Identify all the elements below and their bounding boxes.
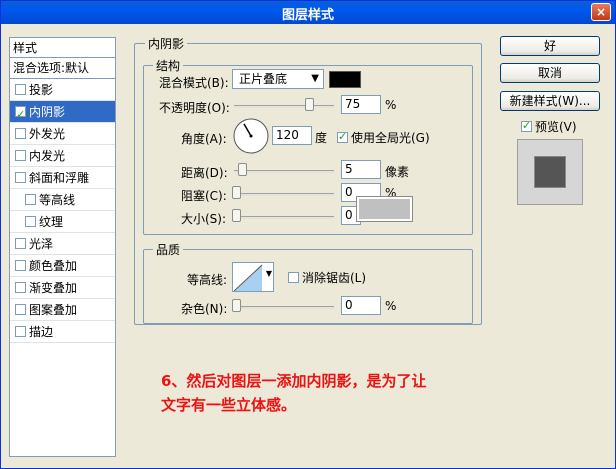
style-item[interactable]: 斜面和浮雕 (10, 167, 115, 189)
style-item-label: 光泽 (29, 236, 54, 251)
blend-mode-label: 混合模式(B): (159, 76, 229, 90)
preview-label: 预览(V) (535, 120, 577, 134)
checkbox-icon[interactable] (15, 304, 26, 315)
angle-label: 角度(A): (181, 132, 227, 146)
style-item[interactable]: 渐变叠加 (10, 277, 115, 299)
style-item[interactable]: 等高线 (10, 189, 115, 211)
style-item[interactable]: 内阴影 (10, 101, 115, 126)
style-item-label: 图案叠加 (29, 302, 78, 317)
checkbox-icon[interactable] (15, 172, 26, 183)
size-slider-thumb[interactable] (232, 209, 241, 222)
checkbox-icon (288, 272, 299, 283)
style-item-label: 描边 (29, 324, 54, 339)
annotation-line-1: 6、然后对图层一添加内阴影，是为了让 (161, 372, 427, 390)
checkbox-icon[interactable] (25, 194, 36, 205)
contour-curve-icon (234, 264, 263, 291)
noise-slider[interactable] (234, 306, 334, 309)
opacity-input[interactable]: 75 (341, 95, 381, 114)
shadow-color-swatch[interactable] (329, 71, 361, 88)
style-preview-swatch (534, 156, 566, 188)
noise-input[interactable]: 0 (341, 296, 381, 315)
style-preview-thumbnail (517, 139, 583, 205)
angle-input[interactable]: 120 (272, 126, 312, 145)
opacity-unit: % (385, 98, 397, 112)
contour-label: 等高线: (187, 273, 228, 287)
angle-dial[interactable] (232, 117, 270, 155)
style-item-label: 渐变叠加 (29, 280, 78, 295)
style-item[interactable]: 投影 (10, 79, 115, 101)
distance-input[interactable]: 5 (341, 160, 381, 179)
checkbox-icon[interactable] (15, 282, 26, 293)
style-item[interactable]: 纹理 (10, 211, 115, 233)
inner-shadow-title: 内阴影 (145, 35, 188, 52)
style-item[interactable]: 内发光 (10, 145, 115, 167)
style-item-label: 内阴影 (29, 104, 66, 119)
distance-slider-thumb[interactable] (238, 163, 247, 176)
checkbox-icon (521, 119, 532, 132)
style-item[interactable]: 外发光 (10, 123, 115, 145)
chevron-down-icon: ▼ (311, 73, 319, 84)
checkbox-icon[interactable] (25, 216, 36, 227)
styles-list: 样式 混合选项:默认 投影内阴影外发光内发光斜面和浮雕等高线纹理光泽颜色叠加渐变… (9, 37, 116, 457)
antialias-checkbox[interactable]: 消除锯齿(L) (288, 269, 366, 286)
preview-checkbox[interactable]: 预览(V) (521, 118, 577, 135)
size-preview-box (356, 196, 413, 222)
antialias-label: 消除锯齿(L) (302, 271, 367, 285)
choke-slider[interactable] (234, 193, 334, 196)
style-item-label: 斜面和浮雕 (29, 170, 90, 185)
distance-unit: 像素 (385, 165, 410, 179)
choke-label: 阻塞(C): (181, 189, 227, 203)
annotation-line-2: 文字有一些立体感。 (161, 396, 297, 414)
opacity-slider[interactable] (234, 105, 334, 108)
checkbox-icon (337, 130, 348, 143)
distance-label: 距离(D): (181, 166, 228, 180)
dialog-title: 图层样式 (281, 8, 334, 23)
contour-picker[interactable]: ▼ (232, 262, 274, 292)
quality-title: 品质 (153, 241, 184, 258)
checkbox-icon[interactable] (15, 326, 26, 337)
layer-style-dialog: 图层样式 × 样式 混合选项:默认 投影内阴影外发光内发光斜面和浮雕等高线纹理光… (0, 0, 616, 469)
blend-mode-value: 正片叠底 (239, 72, 288, 86)
style-item-label: 纹理 (39, 214, 64, 229)
checkbox-icon[interactable] (15, 84, 26, 95)
style-item-label: 内发光 (29, 148, 66, 163)
size-label: 大小(S): (181, 212, 227, 226)
title-bar: 图层样式 × (1, 1, 615, 24)
ok-button[interactable]: 好 (500, 36, 600, 56)
angle-unit: 度 (315, 131, 328, 145)
structure-title: 结构 (153, 57, 184, 74)
styles-header[interactable]: 样式 (10, 38, 115, 58)
style-item[interactable]: 光泽 (10, 233, 115, 255)
chevron-down-icon: ▼ (265, 269, 272, 278)
style-item-label: 投影 (29, 82, 54, 97)
checkbox-icon[interactable] (15, 150, 26, 161)
checkbox-icon[interactable] (15, 238, 26, 249)
style-item-label: 颜色叠加 (29, 258, 78, 273)
style-item[interactable]: 颜色叠加 (10, 255, 115, 277)
style-item-label: 外发光 (29, 126, 66, 141)
choke-slider-thumb[interactable] (232, 186, 241, 199)
noise-label: 杂色(N): (181, 302, 228, 316)
global-light-label: 使用全局光(G) (351, 131, 430, 145)
opacity-slider-thumb[interactable] (305, 98, 314, 111)
checkbox-icon[interactable] (15, 128, 26, 139)
checkbox-icon[interactable] (15, 104, 26, 126)
cancel-button[interactable]: 取消 (500, 63, 600, 83)
global-light-checkbox[interactable]: 使用全局光(G) (337, 129, 430, 146)
style-item-label: 等高线 (39, 192, 76, 207)
noise-unit: % (385, 299, 397, 313)
new-style-button[interactable]: 新建样式(W)... (500, 91, 600, 111)
distance-slider[interactable] (234, 170, 334, 173)
size-slider[interactable] (234, 216, 334, 219)
close-button[interactable]: × (591, 3, 611, 21)
opacity-label: 不透明度(O): (159, 101, 230, 115)
blend-mode-select[interactable]: 正片叠底 ▼ (232, 69, 324, 89)
blend-options-item[interactable]: 混合选项:默认 (10, 58, 115, 79)
style-item[interactable]: 描边 (10, 321, 115, 343)
checkbox-icon[interactable] (15, 260, 26, 271)
style-item[interactable]: 图案叠加 (10, 299, 115, 321)
noise-slider-thumb[interactable] (232, 299, 241, 312)
